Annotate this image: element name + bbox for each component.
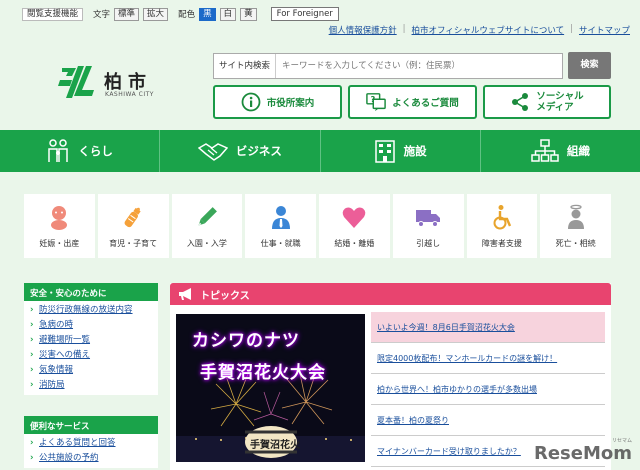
social-media-button[interactable]: ソーシャル メディア [483, 85, 611, 119]
services-menu: 便利なサービス よくある質問と回答 公共施設の予約 [24, 416, 158, 468]
banner-title-line1: カシワのナツ [192, 331, 300, 351]
nav-living-label: くらし [78, 144, 113, 158]
for-foreigner-button[interactable]: For Foreigner [270, 7, 339, 21]
safety-menu-title: 安全・安心のために [24, 283, 158, 301]
category-moving-label: 引越し [416, 239, 441, 248]
sitemap-link[interactable]: サイトマップ [579, 24, 630, 36]
text-standard-button[interactable]: 標準 [114, 7, 140, 21]
baby-bottle-icon [124, 207, 141, 228]
text-size-label: 文字 [93, 10, 111, 20]
info-icon [241, 92, 261, 112]
building-icon [374, 140, 395, 163]
category-employment-label: 仕事・就職 [260, 239, 301, 248]
category-marriage[interactable]: 結婚・離婚 [319, 194, 390, 258]
nav-facilities-label: 施設 [403, 144, 427, 158]
topics-title: トピックス [200, 290, 250, 302]
nav-living[interactable]: くらし [0, 130, 161, 172]
side-link[interactable]: よくある質問と回答 [30, 436, 152, 451]
city-name-english: KASHIWA CITY [105, 91, 154, 98]
handshake-icon [197, 143, 228, 161]
category-pregnancy[interactable]: 妊娠・出産 [24, 194, 95, 258]
faq-label: よくあるご質問 [392, 98, 459, 109]
safety-menu: 安全・安心のために 防災行政無線の放送内容 急病の時 避難場所一覧 災害への備え… [24, 283, 158, 395]
businessperson-icon [271, 206, 290, 229]
nav-organization[interactable]: 組織 [481, 130, 640, 172]
search-input[interactable] [276, 54, 562, 78]
city-logo[interactable]: 柏市 KASHIWA CITY [58, 64, 170, 100]
nav-business-label: ビジネス [235, 144, 282, 158]
side-link[interactable]: 災害への備え [30, 348, 152, 363]
services-menu-title: 便利なサービス [24, 416, 158, 434]
category-moving[interactable]: 引越し [392, 194, 464, 258]
heart-icon [343, 207, 366, 228]
category-school-entry-label: 入園・入学 [186, 239, 227, 248]
color-white-button[interactable]: 白 [219, 7, 237, 21]
baby-icon [51, 206, 68, 230]
top-links: 個人情報保護方針 | 柏市オフィシャルウェブサイトについて | サイトマップ [328, 24, 630, 36]
search-button[interactable]: 検索 [568, 52, 611, 79]
fireworks-banner[interactable]: カシワのナツ 手賀沼花火大会 手賀沼花火 [176, 314, 365, 462]
side-link[interactable]: 避難場所一覧 [30, 333, 152, 348]
family-icon [48, 139, 69, 162]
side-link[interactable]: 防災行政無線の放送内容 [30, 303, 152, 318]
side-link[interactable]: 急病の時 [30, 318, 152, 333]
truck-icon [416, 210, 441, 227]
kashiwa-logo-icon [58, 66, 94, 98]
banner-title-line2: 手賀沼花火大会 [200, 363, 326, 383]
search-label: サイト内検索 [214, 54, 276, 78]
list-item[interactable]: 限定4000枚配布！マンホールカードの謎を解け！ [371, 343, 605, 374]
wheelchair-icon [493, 205, 511, 230]
about-site-link[interactable]: 柏市オフィシャルウェブサイトについて [412, 24, 565, 36]
life-event-categories: 妊娠・出産 育児・子育て 入園・入学 仕事・就職 結婚・離婚 引越し 障害者支援… [24, 194, 611, 258]
category-disability-support[interactable]: 障害者支援 [466, 194, 538, 258]
category-marriage-label: 結婚・離婚 [334, 239, 375, 248]
category-school-entry[interactable]: 入園・入学 [171, 194, 243, 258]
color-black-button[interactable]: 黒 [199, 7, 216, 21]
city-hall-guide-label: 市役所案内 [266, 98, 315, 109]
question-bubble-icon: ? [366, 92, 387, 112]
topics-header: トピックス [170, 283, 611, 305]
privacy-policy-link[interactable]: 個人情報保護方針 [329, 24, 397, 36]
nav-facilities[interactable]: 施設 [321, 130, 481, 172]
list-item[interactable]: 夏本番！柏の夏祭り [371, 405, 605, 436]
nav-business[interactable]: ビジネス [160, 130, 321, 172]
accessibility-label: 閲覧支援機能 [22, 7, 84, 21]
category-death-inheritance[interactable]: 死亡・相続 [540, 194, 611, 258]
faq-button[interactable]: ? よくあるご質問 [348, 85, 477, 119]
category-childcare[interactable]: 育児・子育て [97, 194, 169, 258]
city-hall-guide-button[interactable]: 市役所案内 [213, 85, 342, 119]
pencil-icon [198, 207, 217, 226]
main-navigation: くらし ビジネス 施設 組織 [0, 130, 640, 172]
side-link[interactable]: 公共施設の予約 [30, 451, 152, 466]
share-icon [510, 92, 530, 112]
text-large-button[interactable]: 拡大 [143, 7, 169, 21]
social-media-label: ソーシャル メディア [536, 91, 584, 113]
banner-lantern-text: 手賀沼花火 [250, 440, 300, 451]
accessibility-bar: 閲覧支援機能 文字 標準 拡大 配色 黒 白 黄 For Foreigner [22, 7, 339, 21]
org-chart-icon [531, 139, 559, 162]
resemom-watermark: リセマム ReseMom [533, 438, 632, 464]
angel-icon [567, 204, 584, 229]
color-yellow-button[interactable]: 黄 [240, 7, 257, 21]
topics-panel: トピックス カシワのナツ 手賀沼花火大会 手賀沼花火 いよいよ今週！8月6日手賀… [170, 283, 611, 470]
nav-organization-label: 組織 [566, 144, 590, 158]
side-link[interactable]: 気象情報 [30, 363, 152, 378]
site-search: サイト内検索 [213, 53, 563, 79]
side-link[interactable]: 消防局 [30, 378, 152, 393]
list-item[interactable]: いよいよ今週！8月6日手賀沼花火大会 [371, 312, 605, 343]
category-death-inheritance-label: 死亡・相続 [555, 239, 596, 248]
category-childcare-label: 育児・子育て [109, 239, 158, 248]
list-item[interactable]: 柏から世界へ！柏市ゆかりの選手が多数出場 [371, 374, 605, 405]
category-disability-support-label: 障害者支援 [481, 239, 522, 248]
category-employment[interactable]: 仕事・就職 [245, 194, 316, 258]
color-scheme-label: 配色 [178, 10, 196, 20]
megaphone-icon [179, 288, 191, 300]
category-pregnancy-label: 妊娠・出産 [39, 239, 80, 248]
